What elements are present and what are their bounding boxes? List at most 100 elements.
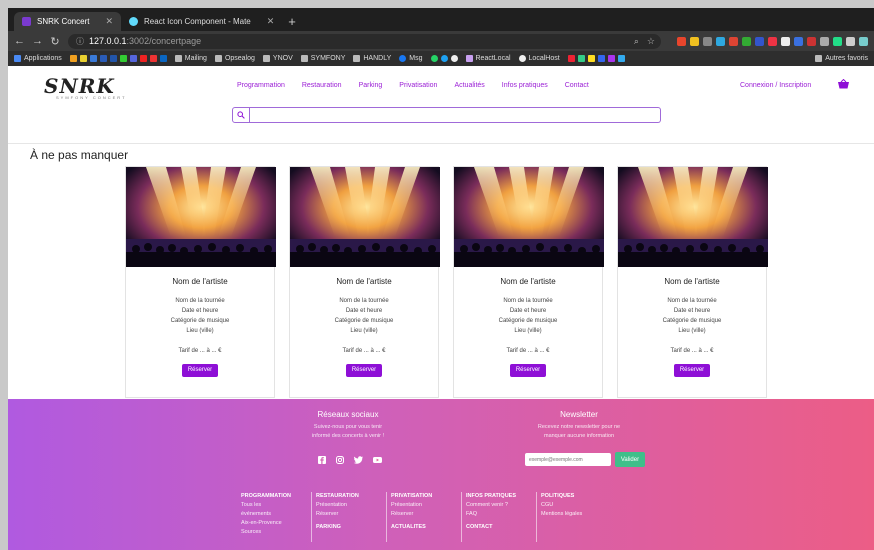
bookmark-autres-favoris[interactable]: Autres favoris — [815, 55, 868, 62]
close-icon[interactable]: ✕ — [267, 16, 275, 27]
footer-link[interactable]: Comment venir ? — [466, 501, 516, 510]
tour-name: Nom de la tournée — [667, 298, 717, 304]
card-image[interactable] — [290, 167, 440, 267]
section-title: À ne pas manquer — [30, 148, 129, 162]
back-icon[interactable]: ← — [14, 35, 25, 47]
footer-heading[interactable]: INFOS PRATIQUES — [466, 492, 516, 501]
bookmark-handly[interactable]: HANDLY — [353, 55, 391, 62]
search-input[interactable] — [250, 107, 661, 123]
reserve-button[interactable]: Réserver — [674, 364, 710, 377]
footer-link[interactable]: Réserver — [391, 510, 432, 519]
extension-icon[interactable] — [755, 36, 764, 46]
reserve-button[interactable]: Réserver — [182, 364, 218, 377]
extension-icon[interactable] — [820, 36, 829, 46]
card-image[interactable] — [618, 167, 768, 267]
footer-link[interactable]: événements — [241, 510, 291, 519]
bookmark-icons-2[interactable] — [430, 55, 458, 62]
footer-link[interactable]: Tous les — [241, 501, 291, 510]
bookmark-icons[interactable] — [69, 55, 167, 62]
extension-icon[interactable] — [716, 36, 725, 46]
card-image[interactable] — [454, 167, 604, 267]
nav-actualites[interactable]: Actualités — [454, 82, 484, 89]
url-bar[interactable]: ⓘ 127.0.0.1:3002/concertpage ⌕ ☆ — [68, 33, 661, 49]
extension-icon[interactable] — [794, 36, 803, 46]
url-host: 127.0.0.1 — [89, 36, 127, 46]
extension-icon[interactable] — [742, 36, 751, 46]
newsletter-email-input[interactable] — [525, 453, 611, 466]
site-logo[interactable]: SNRK SYMFONY CONCERT — [44, 74, 127, 100]
folder-icon — [353, 55, 361, 62]
footer-col-restauration: RESTAURATION Présentation Réserver PARKI… — [316, 492, 359, 532]
extension-icon[interactable] — [677, 36, 686, 46]
extension-icon[interactable] — [729, 36, 738, 46]
footer-heading[interactable]: ACTUALITES — [391, 523, 432, 532]
youtube-icon[interactable] — [373, 456, 382, 464]
facebook-icon[interactable] — [318, 456, 326, 464]
bookmark-localhost[interactable]: LocalHost — [518, 55, 560, 62]
bookmark-msg[interactable]: Msg — [399, 55, 423, 62]
extension-icon[interactable] — [703, 36, 712, 46]
card-image[interactable] — [126, 167, 276, 267]
footer-heading[interactable]: PROGRAMMATION — [241, 492, 291, 501]
star-icon[interactable]: ☆ — [647, 36, 655, 47]
extension-icon[interactable] — [690, 36, 699, 46]
bookmark-reactlocal[interactable]: ReactLocal — [465, 55, 511, 62]
footer-heading[interactable]: CONTACT — [466, 523, 516, 532]
footer-link[interactable]: Aix-en-Provence — [241, 519, 291, 528]
forward-icon[interactable]: → — [32, 35, 43, 47]
tab-react-icon[interactable]: React Icon Component - Mate ✕ — [121, 12, 282, 31]
reserve-button[interactable]: Réserver — [510, 364, 546, 377]
footer-link[interactable]: Sources — [241, 528, 291, 537]
footer-link[interactable]: Présentation — [391, 501, 432, 510]
tab-snrk-concert[interactable]: SNRK Concert ✕ — [14, 12, 122, 31]
twitter-icon[interactable] — [354, 456, 363, 464]
footer-link[interactable]: Mentions légales — [541, 510, 582, 519]
bookmark-symfony[interactable]: SYMFONY — [300, 55, 345, 62]
music-category: Catégorie de musique — [170, 318, 230, 324]
search-button[interactable] — [232, 107, 250, 123]
search-icon[interactable]: ⌕ — [634, 36, 639, 47]
footer-link[interactable]: CGU — [541, 501, 582, 510]
bookmarks-bar: Applications Mailing Opsealog YNOV SYMFO… — [8, 51, 874, 66]
footer-heading[interactable]: PRIVATISATION — [391, 492, 432, 501]
concert-photo — [454, 167, 604, 267]
basket-icon[interactable] — [838, 79, 849, 89]
date-time: Date et heure — [181, 308, 219, 314]
extension-icon[interactable] — [833, 36, 842, 46]
footer-divider — [461, 492, 462, 542]
bookmark-mailing[interactable]: Mailing — [174, 55, 207, 62]
nav-infos-pratiques[interactable]: Infos pratiques — [502, 82, 548, 89]
url-path: /concertpage — [149, 36, 202, 46]
reload-icon[interactable]: ↻ — [50, 35, 60, 48]
footer-link[interactable]: Présentation — [316, 501, 359, 510]
extension-icon[interactable] — [846, 36, 855, 46]
extension-icon[interactable] — [807, 36, 816, 46]
nav-restauration[interactable]: Restauration — [302, 82, 342, 89]
bookmark-ynov[interactable]: YNOV — [262, 55, 293, 62]
nav-programmation[interactable]: Programmation — [237, 82, 285, 89]
login-link[interactable]: Connexion / Inscription — [740, 82, 811, 89]
profile-avatar-icon[interactable] — [859, 36, 868, 46]
social-title: Réseaux sociaux — [317, 410, 379, 419]
bookmark-opsealog[interactable]: Opsealog — [214, 55, 255, 62]
footer-link[interactable]: FAQ — [466, 510, 516, 519]
concert-photo — [290, 167, 440, 267]
footer-link[interactable]: Réserver — [316, 510, 359, 519]
extension-icon[interactable] — [781, 36, 790, 46]
newsletter-submit-button[interactable]: Valider — [615, 452, 645, 467]
close-icon[interactable]: ✕ — [105, 16, 113, 27]
reserve-button[interactable]: Réserver — [346, 364, 382, 377]
bookmark-applications[interactable]: Applications — [14, 55, 62, 62]
nav-privatisation[interactable]: Privatisation — [399, 82, 437, 89]
extension-icon[interactable] — [768, 36, 777, 46]
footer-heading[interactable]: POLITIQUES — [541, 492, 582, 501]
footer-heading[interactable]: RESTAURATION — [316, 492, 359, 501]
bookmark-icon — [129, 55, 137, 62]
new-tab-button[interactable]: + — [288, 14, 296, 29]
bookmark-icons-3[interactable] — [567, 55, 625, 62]
date-time: Date et heure — [673, 308, 711, 314]
footer-heading[interactable]: PARKING — [316, 523, 359, 532]
nav-contact[interactable]: Contact — [565, 82, 589, 89]
instagram-icon[interactable] — [336, 456, 344, 464]
nav-parking[interactable]: Parking — [359, 82, 383, 89]
